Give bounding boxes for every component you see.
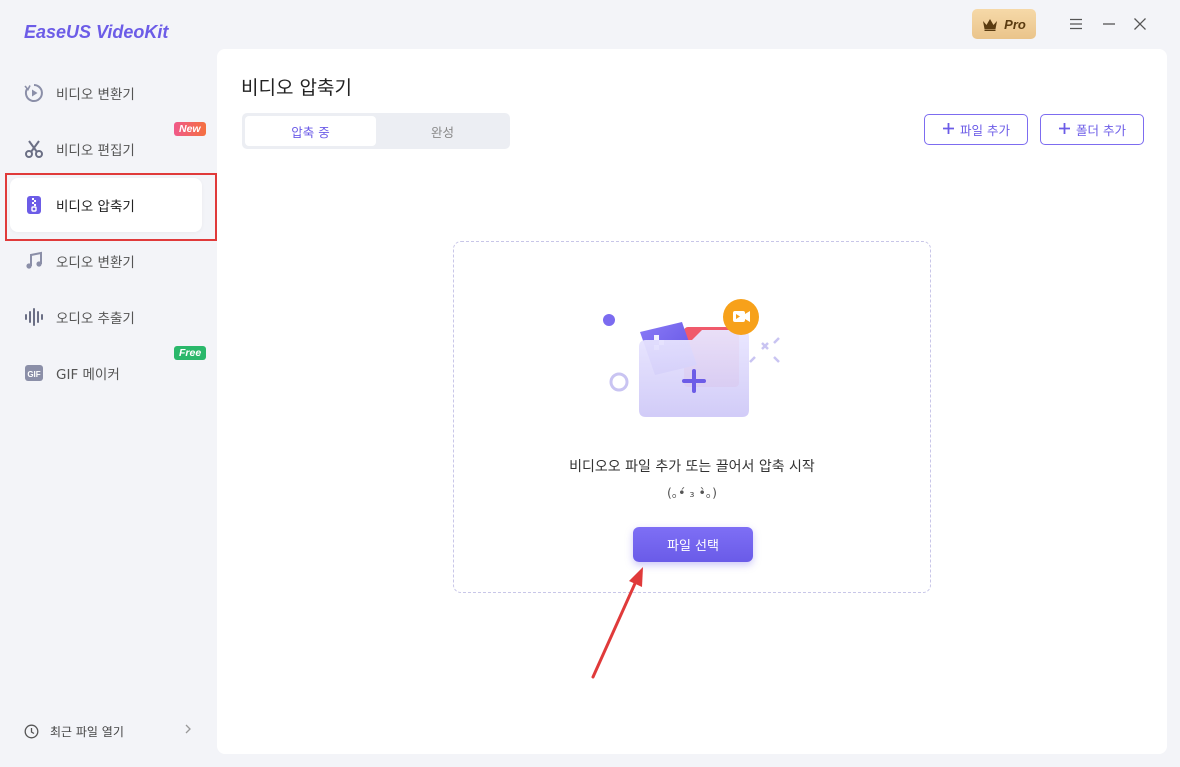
sidebar: 비디오 변환기 비디오 편집기 비디오 압축기 오디오 변환기 오디오 추출기 … xyxy=(0,64,216,764)
plus-icon xyxy=(1058,121,1071,139)
sidebar-item-audio-converter[interactable]: 오디오 변환기 xyxy=(10,234,202,288)
gif-icon: GIF xyxy=(24,363,44,383)
add-folder-button[interactable]: 폴더 추가 xyxy=(1040,114,1144,145)
sidebar-item-label: 오디오 추출기 xyxy=(56,311,135,327)
zip-compress-icon xyxy=(24,195,44,215)
sidebar-item-label: 오디오 변환기 xyxy=(56,255,135,271)
tab-compressing[interactable]: 압축 중 xyxy=(245,116,376,146)
drop-zone[interactable]: 비디오오 파일 추가 또는 끌어서 압축 시작 (｡•́ ₃ •̀｡) 파일 선… xyxy=(453,241,931,593)
drop-zone-emoticon: (｡•́ ₃ •̀｡) xyxy=(667,485,717,500)
pro-upgrade-button[interactable]: Pro xyxy=(972,9,1036,39)
add-folder-label: 폴더 추가 xyxy=(1076,123,1126,138)
select-file-button[interactable]: 파일 선택 xyxy=(633,527,753,562)
sidebar-item-audio-extractor[interactable]: 오디오 추출기 xyxy=(10,290,202,344)
minimize-icon[interactable] xyxy=(1097,12,1121,36)
sidebar-item-video-compressor[interactable]: 비디오 압축기 xyxy=(10,178,202,232)
add-file-button[interactable]: 파일 추가 xyxy=(924,114,1028,145)
sidebar-item-video-converter[interactable]: 비디오 변환기 xyxy=(10,66,202,120)
svg-text:GIF: GIF xyxy=(27,370,40,379)
sidebar-item-label: 비디오 변환기 xyxy=(56,87,135,103)
tab-bar: 압축 중 완성 xyxy=(242,113,510,149)
pro-label: Pro xyxy=(1004,16,1026,32)
plus-icon xyxy=(942,121,955,139)
close-icon[interactable] xyxy=(1128,12,1152,36)
folder-illustration xyxy=(603,299,780,417)
page-title: 비디오 압축기 xyxy=(241,77,352,99)
menu-icon[interactable] xyxy=(1064,12,1088,36)
audio-wave-icon xyxy=(24,307,44,327)
add-file-label: 파일 추가 xyxy=(960,123,1010,138)
new-badge: New xyxy=(174,122,206,136)
free-badge: Free xyxy=(174,346,207,360)
sidebar-item-label: 비디오 편집기 xyxy=(56,143,135,159)
video-convert-icon xyxy=(24,83,44,103)
clock-icon xyxy=(24,723,40,739)
recent-files-label: 최근 파일 열기 xyxy=(50,724,124,739)
drop-zone-message: 비디오오 파일 추가 또는 끌어서 압축 시작 xyxy=(569,459,815,475)
sidebar-item-label: GIF 메이커 xyxy=(56,367,120,383)
chevron-right-icon xyxy=(184,723,192,739)
music-note-icon xyxy=(24,251,44,271)
main-panel: 비디오 압축기 압축 중 완성 파일 추가 폴더 추가 비디오오 파일 추가 또… xyxy=(217,49,1167,754)
tab-completed[interactable]: 완성 xyxy=(377,116,508,146)
recent-files-link[interactable]: 최근 파일 열기 xyxy=(24,720,192,742)
app-title: EaseUS VideoKit xyxy=(24,22,169,42)
crown-icon xyxy=(982,18,998,31)
scissors-icon xyxy=(24,139,44,159)
sidebar-item-label: 비디오 압축기 xyxy=(56,199,135,215)
